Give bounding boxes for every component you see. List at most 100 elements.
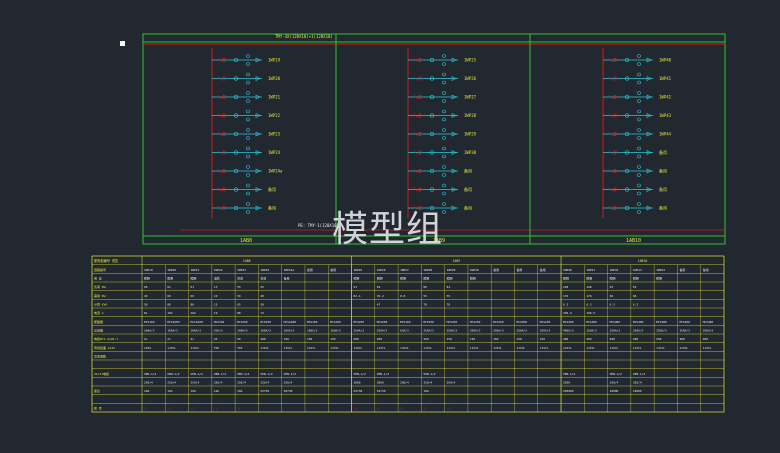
crosshair-marker [120,41,125,46]
feeder-row: 1WP21 [212,91,281,103]
table-cell: 照明 [656,277,662,281]
table-cell: 1JSYL [330,346,339,350]
table-cell: 250A/3 [679,329,690,333]
ct-symbol [246,72,250,77]
table-cell: 2000 [354,381,361,385]
table-cell: 250 [656,337,661,341]
table-cell: 1JSYL [656,346,665,350]
table-cell: 25 [237,407,241,411]
table-row-label: 电缆BYJ-4x95-Y [94,336,118,341]
table-cell: 照明 [144,277,150,281]
table-cell: 250/4 [191,381,200,385]
table-cell: 1JSYL [307,346,316,350]
table-cell: 250/4 [447,381,456,385]
table-cell: 10A [191,389,196,393]
table-cell: 250/4 [284,381,293,385]
ct-symbol [246,91,250,95]
circuit-label: 1WP22 [268,113,281,118]
table-cell: MCS400 [586,320,597,324]
table-cell: 35.2 [377,294,384,298]
table-cell: 1WP27 [400,268,409,272]
circuit-label: 备用 [464,205,472,211]
circuit-label: 1WP44 [659,132,672,137]
ct-symbol [246,117,250,122]
table-cell: 250/4 [237,381,246,385]
table-cell: 照明 [447,277,453,281]
table-cell: 81 [377,285,381,289]
circuit-label: 1WP41 [659,76,672,81]
table-cell: 250/4 [633,381,642,385]
table-cell: 25 [423,407,427,411]
table-cell: VEN-1/2 [423,372,435,376]
table-row-label: 需用 KW [94,293,106,298]
table-cell: 1WP40 [563,268,572,272]
table-cell: MCS250 [540,320,551,324]
table-cell: MCS160 [400,320,411,324]
table-cell: 1JSYL [703,346,712,350]
table-cell: MCS160H [167,320,179,324]
table-cell: 55 [260,285,264,289]
table-cell: 25 [354,407,358,411]
table-cell: 60 [191,294,195,298]
table-cell: 2500 [563,381,570,385]
ct-symbol [246,146,250,151]
table-cell: 1WP23 [237,268,246,272]
ct-symbol [442,191,446,196]
table-cell: MCS160H [191,320,203,324]
table-cell: 25 [400,407,404,411]
feeder-row: 1WP41 [603,72,672,85]
table-cell: MCS400 [610,320,621,324]
table-cell: 125S [144,346,151,350]
table-cell: 52730 [260,389,269,393]
circuit-label: 1WP23 [268,132,281,137]
table-cell: 1WP41 [586,268,595,272]
ct-symbol [442,136,446,140]
table-cell: 空调 [237,276,243,281]
table-cell: 61 [191,285,195,289]
table-cell: 10000 [633,389,642,393]
ct-symbol [246,128,250,132]
table-cell: 1JSYL [470,346,479,350]
table-cell: VEN-1/2 [610,372,622,376]
table-cell: 176 [563,294,568,298]
table-cell: 250A/3 [633,329,644,333]
table-cell: 1WP28 [423,268,432,272]
table-cell: 备用 [307,267,313,272]
table-cell: 1WP22 [214,268,223,272]
feeder-row: 备用 [212,183,276,196]
circuit-label: 1WP30 [464,150,477,155]
table-cell: 照明 [610,277,616,281]
table-cell: 10A [144,389,149,393]
table-cell: 55 [447,294,451,298]
table-cell: VEN-1/2 [191,372,203,376]
ct-symbol [442,91,446,95]
ct-symbol [246,210,250,214]
table-cell: 66 [633,294,637,298]
table-cell: 400 [703,337,708,341]
feeder-row: 1WP24a [212,165,283,177]
ct-symbol [442,80,446,85]
table-cell: MCS160 [330,320,341,324]
table-cell: TPS [237,346,242,350]
table-cell: 1WP44 [656,268,665,272]
feeder-row: 1WP26 [408,72,477,85]
table-cell: 55 [423,294,427,298]
ct-symbol [442,72,446,77]
ct-symbol [637,154,641,159]
ct-symbol [246,165,250,169]
ct-symbol [246,54,250,58]
table-cell: 250/4 [610,381,619,385]
table-cell: 160A/3 [260,329,271,333]
circuit-label: 1WP20 [268,76,281,81]
feeder-row: 1WP27 [408,91,477,103]
ct-symbol [442,183,446,188]
table-cell: 照明 [377,277,383,281]
table-cell: 80 [167,303,171,307]
table-cell: 50730 [284,389,293,393]
table-cell: MCS400 [703,320,714,324]
table-cell: 81 [447,285,451,289]
feeder-row: 备用 [603,146,667,159]
table-cell: 58 [144,303,148,307]
table-cell: 1WP29 [447,268,456,272]
table-row-label: 导线截面 4x25 [94,345,115,350]
